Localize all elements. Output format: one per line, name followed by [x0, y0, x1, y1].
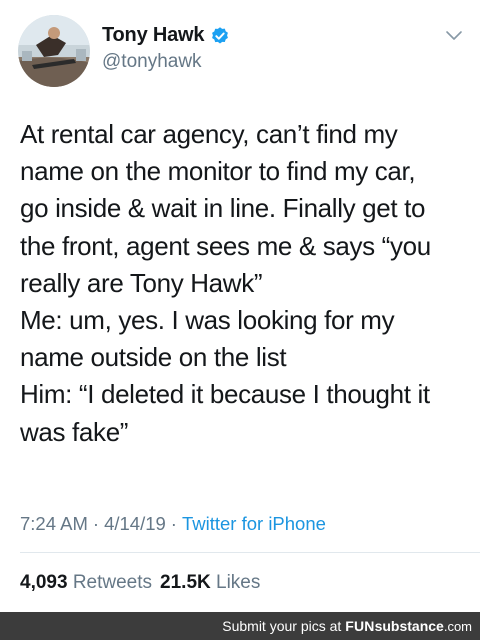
- watermark-brand-substance: substance: [374, 618, 444, 634]
- tweet-text-line: go inside & wait in line. Finally get to: [20, 193, 426, 224]
- watermark-text: Submit your pics at FUNsubstance.com: [222, 618, 472, 634]
- tweet-text-line: the front, agent sees me & says “you: [20, 230, 431, 261]
- chevron-down-icon[interactable]: [445, 30, 463, 42]
- tweet-card: Tony Hawk @tonyhawk At rental car agency…: [0, 0, 480, 612]
- likes-stat[interactable]: 21.5K Likes: [160, 572, 260, 593]
- tweet-text: At rental car agency, can’t find my name…: [20, 116, 470, 451]
- tweet-text-line: was fake”: [20, 416, 129, 447]
- tweet-source-link[interactable]: Twitter for iPhone: [182, 513, 326, 534]
- author-name-row: Tony Hawk: [102, 24, 230, 47]
- watermark-brand-suffix: .com: [443, 619, 472, 634]
- retweets-stat[interactable]: 4,093 Retweets: [20, 572, 152, 593]
- divider: [20, 552, 480, 553]
- meta-separator: ·: [92, 513, 100, 534]
- tweet-text-line: name outside on the list: [20, 342, 287, 373]
- tweet-text-line: At rental car agency, can’t find my: [20, 119, 398, 149]
- avatar-image: [18, 15, 90, 87]
- meta-separator: ·: [170, 513, 177, 534]
- display-name[interactable]: Tony Hawk: [102, 24, 204, 47]
- likes-label: Likes: [216, 572, 261, 593]
- tweet-text-line: name on the monitor to find my car,: [20, 156, 416, 187]
- tweet-text-line: really are Tony Hawk”: [20, 267, 263, 298]
- tweet-stats: 4,093 Retweets 21.5K Likes: [20, 572, 260, 594]
- watermark-footer: Submit your pics at FUNsubstance.com: [0, 612, 480, 640]
- tweet-text-line: Me: um, yes. I was looking for my: [20, 305, 395, 336]
- tweet-meta: 7:24 AM · 4/14/19 · Twitter for iPhone: [20, 513, 326, 535]
- watermark-brand-fun: FUN: [345, 618, 375, 634]
- retweets-label: Retweets: [72, 572, 153, 593]
- verified-badge-icon: [210, 26, 230, 46]
- tweet-time[interactable]: 7:24 AM: [20, 513, 88, 534]
- user-handle[interactable]: @tonyhawk: [102, 51, 202, 73]
- retweets-count: 4,093: [20, 572, 68, 593]
- avatar[interactable]: [18, 15, 90, 87]
- tweet-text-line: Him: “I deleted it because I thought it: [20, 379, 430, 410]
- likes-count: 21.5K: [160, 572, 211, 593]
- watermark-prefix: Submit your pics at: [222, 618, 342, 634]
- tweet-date[interactable]: 4/14/19: [104, 513, 166, 534]
